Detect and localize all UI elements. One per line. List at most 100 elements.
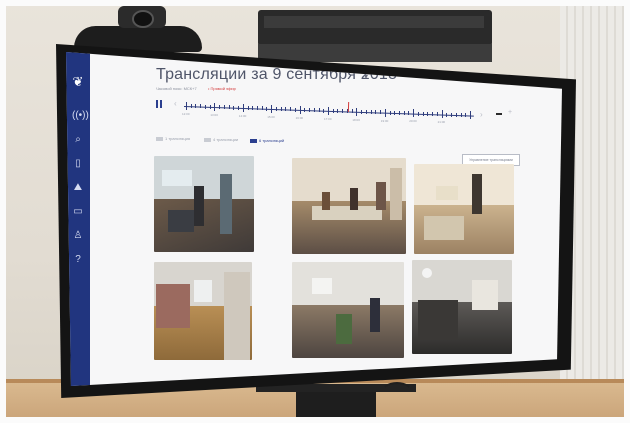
feed-window <box>162 170 192 186</box>
timeline-prev-icon[interactable]: ‹ <box>174 99 177 108</box>
timeline-tick <box>261 106 263 111</box>
timeline-tick <box>413 109 415 118</box>
timeline-tick <box>451 112 453 117</box>
network-device-front <box>264 16 484 28</box>
layout-6-icon <box>250 138 257 143</box>
timeline-tick <box>271 104 273 113</box>
timeline-tick <box>455 112 457 117</box>
camera-feed-5[interactable] <box>292 262 404 358</box>
bookmark-icon[interactable]: ▯ <box>72 158 84 170</box>
feed-voter <box>472 174 482 214</box>
timeline-tick <box>200 104 202 109</box>
camera-feed-3[interactable] <box>414 164 514 254</box>
timeline-tick <box>299 105 301 114</box>
timeline-tick <box>417 111 419 116</box>
timeline-time-label: 15:00 <box>267 114 275 119</box>
feed-table <box>436 186 458 200</box>
timeline-tick <box>460 113 462 118</box>
timeline-tick <box>280 107 282 112</box>
layout-option-label: 4 трансляции <box>213 137 239 142</box>
camera-feed-4[interactable] <box>154 262 252 360</box>
timeline-time-label: 13:00 <box>210 112 218 117</box>
timeline-tick <box>209 104 211 109</box>
timeline-tick <box>195 104 197 109</box>
timeline-time-label: 18:00 <box>352 117 360 122</box>
pause-bar-left <box>156 100 158 108</box>
timeline-tick <box>470 111 471 120</box>
timeline-time-label: 21:00 <box>437 120 446 125</box>
layout-option-1[interactable]: 1 трансляция <box>156 136 190 141</box>
feed-person <box>322 192 330 210</box>
live-indicator[interactable]: • Прямой эфир <box>208 86 236 91</box>
map-icon[interactable]: ⛰ <box>72 182 84 194</box>
layout-4-icon <box>204 137 211 142</box>
feed-window <box>194 280 212 302</box>
timeline-tick <box>380 110 382 115</box>
feed-wall <box>292 158 406 202</box>
help-icon[interactable]: ? <box>72 254 84 266</box>
timeline-tick <box>204 104 206 109</box>
timeline-tick <box>394 110 396 115</box>
feed-person <box>350 188 358 210</box>
timeline-tick <box>257 106 258 111</box>
layout-option-label: 1 трансляция <box>165 136 191 141</box>
timeline-tick <box>432 112 434 117</box>
broadcast-icon[interactable]: ((•)) <box>72 110 89 122</box>
camera-feed-2[interactable] <box>292 158 406 254</box>
timeline-tick <box>219 105 221 110</box>
timeline-time-label: 20:00 <box>409 119 417 124</box>
timeline-tick <box>238 105 240 110</box>
feed-rug <box>424 216 464 240</box>
timeline-tick <box>365 109 367 114</box>
timeline-time-label: 16:00 <box>295 115 304 120</box>
wall-shelf <box>258 44 492 62</box>
camera-feed-6[interactable] <box>412 260 512 354</box>
timeline-tick <box>294 107 296 112</box>
webcam-lens <box>132 10 154 28</box>
feed-voter <box>220 174 232 234</box>
feed-table <box>156 284 190 328</box>
timeline-tick <box>233 105 235 110</box>
zoom-in-button[interactable]: + <box>508 109 512 116</box>
chat-icon[interactable]: ▭ <box>72 206 84 218</box>
network-device <box>258 10 492 46</box>
layout-1-icon <box>156 136 163 141</box>
feed-column <box>224 272 250 360</box>
layout-option-label: 6 трансляций <box>259 138 285 143</box>
camera-feed-1[interactable] <box>154 156 254 252</box>
feed-plant <box>336 314 352 344</box>
tv-stand <box>256 384 416 418</box>
timeline-tick <box>285 107 287 112</box>
feed-stand <box>390 168 402 220</box>
timeline-tick <box>304 107 306 112</box>
feed-booth <box>472 280 498 310</box>
timeline-tick <box>465 113 467 118</box>
timeline-tick <box>242 103 244 112</box>
timeline-tick <box>384 108 386 117</box>
timeline-tick <box>446 112 448 117</box>
timezone-label: Часовой пояс: МСК+7 <box>156 86 197 91</box>
feed-wall <box>414 164 514 205</box>
pause-button[interactable] <box>156 100 164 108</box>
search-icon[interactable]: ⌕ <box>72 134 84 146</box>
pause-bar-right <box>160 100 162 108</box>
timeline-tick <box>399 111 400 116</box>
user-icon[interactable]: ♙ <box>72 230 84 242</box>
timeline-next-icon[interactable]: › <box>480 110 483 119</box>
zoom-out-button[interactable] <box>496 113 502 115</box>
timeline-tick <box>247 106 249 111</box>
cable <box>380 382 414 406</box>
timeline-tick <box>403 111 405 116</box>
layout-option-4[interactable]: 4 трансляции <box>204 137 238 142</box>
feed-voter <box>194 186 204 226</box>
timeline-tick <box>408 111 410 116</box>
timeline-tick <box>266 106 268 111</box>
feed-booth <box>168 210 194 232</box>
timeline-time-label: 19:00 <box>380 118 389 123</box>
timeline-tick <box>186 102 187 110</box>
layout-option-6[interactable]: 6 трансляций <box>250 138 284 143</box>
timeline-tick <box>323 108 325 113</box>
timeline-tick <box>313 108 315 113</box>
timeline-tick <box>309 108 311 113</box>
timeline-tick <box>370 110 372 115</box>
